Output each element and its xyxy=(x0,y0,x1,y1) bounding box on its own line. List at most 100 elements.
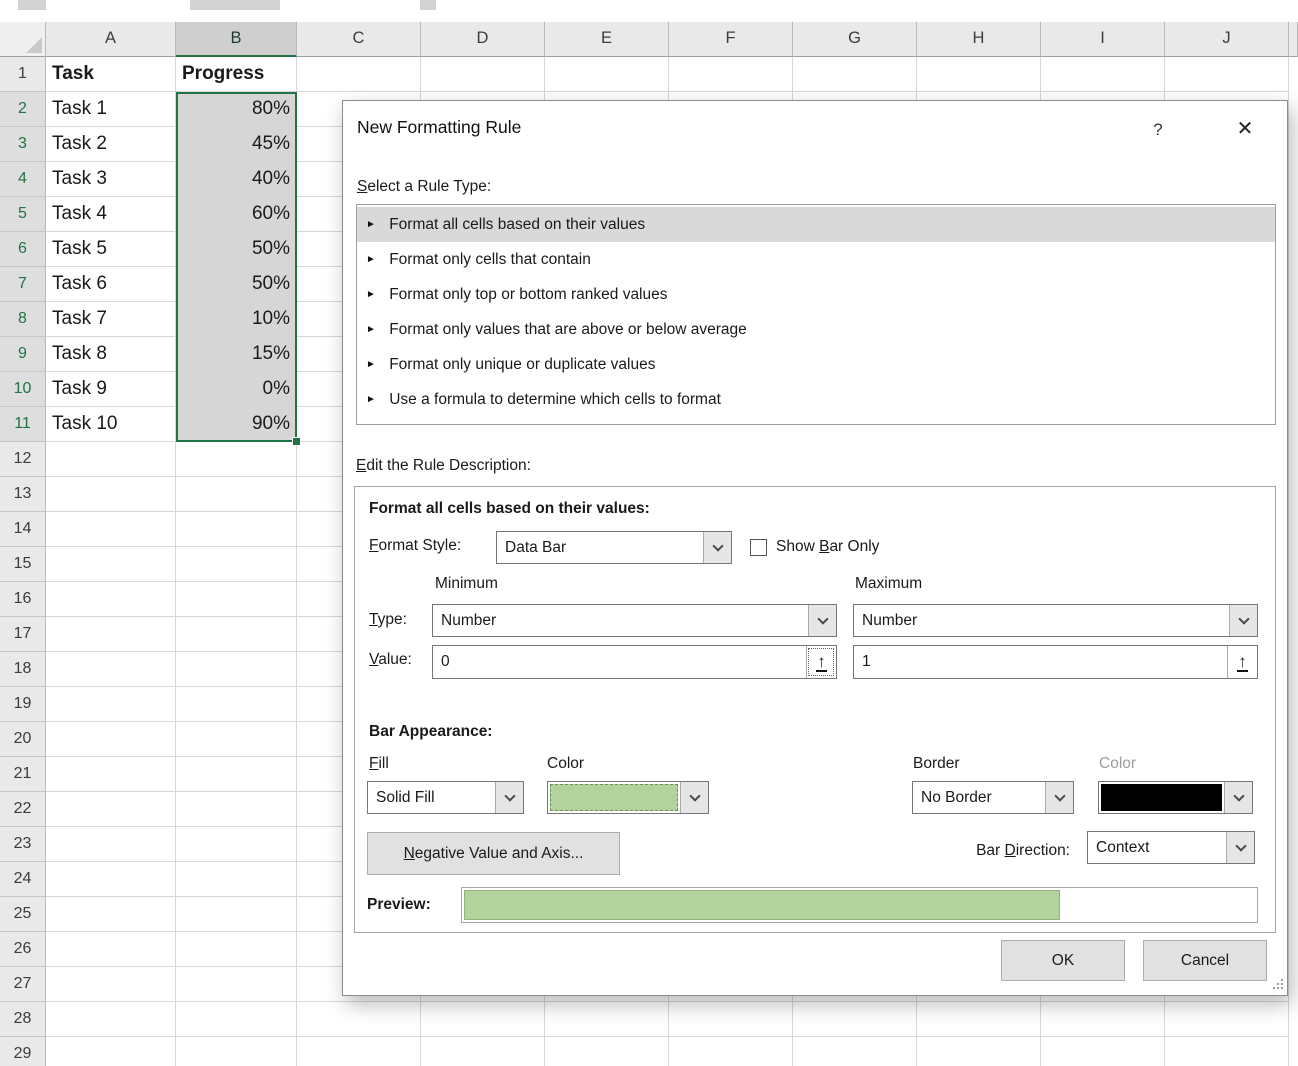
column-header-H[interactable]: H xyxy=(917,22,1041,57)
row-header-9[interactable]: 9 xyxy=(0,337,46,372)
column-header-E[interactable]: E xyxy=(545,22,669,57)
cell-A20[interactable] xyxy=(46,722,176,757)
cell-A17[interactable] xyxy=(46,617,176,652)
maximum-range-picker-button[interactable]: ↑ xyxy=(1227,646,1257,678)
cell-A22[interactable] xyxy=(46,792,176,827)
cell-B4[interactable]: 40% xyxy=(176,162,297,197)
chevron-down-icon[interactable] xyxy=(1226,832,1254,863)
cell-E28[interactable] xyxy=(545,1002,669,1037)
cell-B10[interactable]: 0% xyxy=(176,372,297,407)
cell-A18[interactable] xyxy=(46,652,176,687)
column-header-B[interactable]: B xyxy=(176,22,297,57)
cell-A25[interactable] xyxy=(46,897,176,932)
cell-B19[interactable] xyxy=(176,687,297,722)
cell-B15[interactable] xyxy=(176,547,297,582)
column-header-F[interactable]: F xyxy=(669,22,793,57)
cell-B18[interactable] xyxy=(176,652,297,687)
row-header-6[interactable]: 6 xyxy=(0,232,46,267)
cell-B11[interactable]: 90% xyxy=(176,407,297,442)
cell-A21[interactable] xyxy=(46,757,176,792)
cell-A10[interactable]: Task 9 xyxy=(46,372,176,407)
row-header-5[interactable]: 5 xyxy=(0,197,46,232)
cell-A28[interactable] xyxy=(46,1002,176,1037)
cell-D1[interactable] xyxy=(421,57,545,92)
cell-A3[interactable]: Task 2 xyxy=(46,127,176,162)
cell-E1[interactable] xyxy=(545,57,669,92)
cell-B21[interactable] xyxy=(176,757,297,792)
cell-I29[interactable] xyxy=(1041,1037,1165,1066)
row-header-8[interactable]: 8 xyxy=(0,302,46,337)
row-header-12[interactable]: 12 xyxy=(0,442,46,477)
cell-A23[interactable] xyxy=(46,827,176,862)
cell-C1[interactable] xyxy=(297,57,421,92)
cell-A13[interactable] xyxy=(46,477,176,512)
cell-B20[interactable] xyxy=(176,722,297,757)
fill-handle[interactable] xyxy=(292,437,301,446)
cancel-button[interactable]: Cancel xyxy=(1143,940,1267,981)
row-header-17[interactable]: 17 xyxy=(0,617,46,652)
column-header-G[interactable]: G xyxy=(793,22,917,57)
cell-G29[interactable] xyxy=(793,1037,917,1066)
cell-B25[interactable] xyxy=(176,897,297,932)
cell-B2[interactable]: 80% xyxy=(176,92,297,127)
cell-A15[interactable] xyxy=(46,547,176,582)
cell-B5[interactable]: 60% xyxy=(176,197,297,232)
chevron-down-icon[interactable] xyxy=(495,782,523,813)
minimum-value-field[interactable]: 0 ↑ xyxy=(432,645,837,679)
maximum-type-dropdown[interactable]: Number xyxy=(853,604,1258,637)
fill-dropdown[interactable]: Solid Fill xyxy=(367,781,524,814)
row-header-11[interactable]: 11 xyxy=(0,407,46,442)
cell-A8[interactable]: Task 7 xyxy=(46,302,176,337)
cell-J29[interactable] xyxy=(1165,1037,1289,1066)
cell-B22[interactable] xyxy=(176,792,297,827)
cell-B26[interactable] xyxy=(176,932,297,967)
fill-color-dropdown[interactable] xyxy=(547,781,709,814)
row-header-13[interactable]: 13 xyxy=(0,477,46,512)
cell-B29[interactable] xyxy=(176,1037,297,1066)
maximum-value-field[interactable]: 1 ↑ xyxy=(853,645,1258,679)
cell-H1[interactable] xyxy=(917,57,1041,92)
cell-B27[interactable] xyxy=(176,967,297,1002)
cell-F1[interactable] xyxy=(669,57,793,92)
cell-I1[interactable] xyxy=(1041,57,1165,92)
cell-B7[interactable]: 50% xyxy=(176,267,297,302)
chevron-down-icon[interactable] xyxy=(808,605,836,636)
ok-button[interactable]: OK xyxy=(1001,940,1125,981)
cell-A29[interactable] xyxy=(46,1037,176,1066)
row-header-26[interactable]: 26 xyxy=(0,932,46,967)
column-header-A[interactable]: A xyxy=(46,22,176,57)
border-dropdown[interactable]: No Border xyxy=(912,781,1074,814)
select-all-corner[interactable] xyxy=(0,22,46,57)
cell-H28[interactable] xyxy=(917,1002,1041,1037)
cell-E29[interactable] xyxy=(545,1037,669,1066)
row-header-24[interactable]: 24 xyxy=(0,862,46,897)
cell-F28[interactable] xyxy=(669,1002,793,1037)
chevron-down-icon[interactable] xyxy=(1229,605,1257,636)
cell-A16[interactable] xyxy=(46,582,176,617)
negative-value-axis-button[interactable]: Negative Value and Axis... xyxy=(367,832,620,875)
cell-B24[interactable] xyxy=(176,862,297,897)
cell-A11[interactable]: Task 10 xyxy=(46,407,176,442)
row-header-4[interactable]: 4 xyxy=(0,162,46,197)
minimum-type-dropdown[interactable]: Number xyxy=(432,604,837,637)
rule-type-option-unique-duplicate[interactable]: ► Format only unique or duplicate values xyxy=(357,347,1275,382)
row-header-7[interactable]: 7 xyxy=(0,267,46,302)
cell-C29[interactable] xyxy=(297,1037,421,1066)
cell-B6[interactable]: 50% xyxy=(176,232,297,267)
cell-A1[interactable]: Task xyxy=(46,57,176,92)
show-bar-only-checkbox[interactable] xyxy=(750,539,767,556)
cell-A26[interactable] xyxy=(46,932,176,967)
cell-B3[interactable]: 45% xyxy=(176,127,297,162)
cell-B13[interactable] xyxy=(176,477,297,512)
rule-type-option-above-below-average[interactable]: ► Format only values that are above or b… xyxy=(357,312,1275,347)
row-header-27[interactable]: 27 xyxy=(0,967,46,1002)
help-icon[interactable]: ? xyxy=(1143,115,1173,145)
row-header-14[interactable]: 14 xyxy=(0,512,46,547)
cell-A19[interactable] xyxy=(46,687,176,722)
cell-A9[interactable]: Task 8 xyxy=(46,337,176,372)
row-header-3[interactable]: 3 xyxy=(0,127,46,162)
row-header-18[interactable]: 18 xyxy=(0,652,46,687)
row-header-22[interactable]: 22 xyxy=(0,792,46,827)
row-header-16[interactable]: 16 xyxy=(0,582,46,617)
cell-A6[interactable]: Task 5 xyxy=(46,232,176,267)
